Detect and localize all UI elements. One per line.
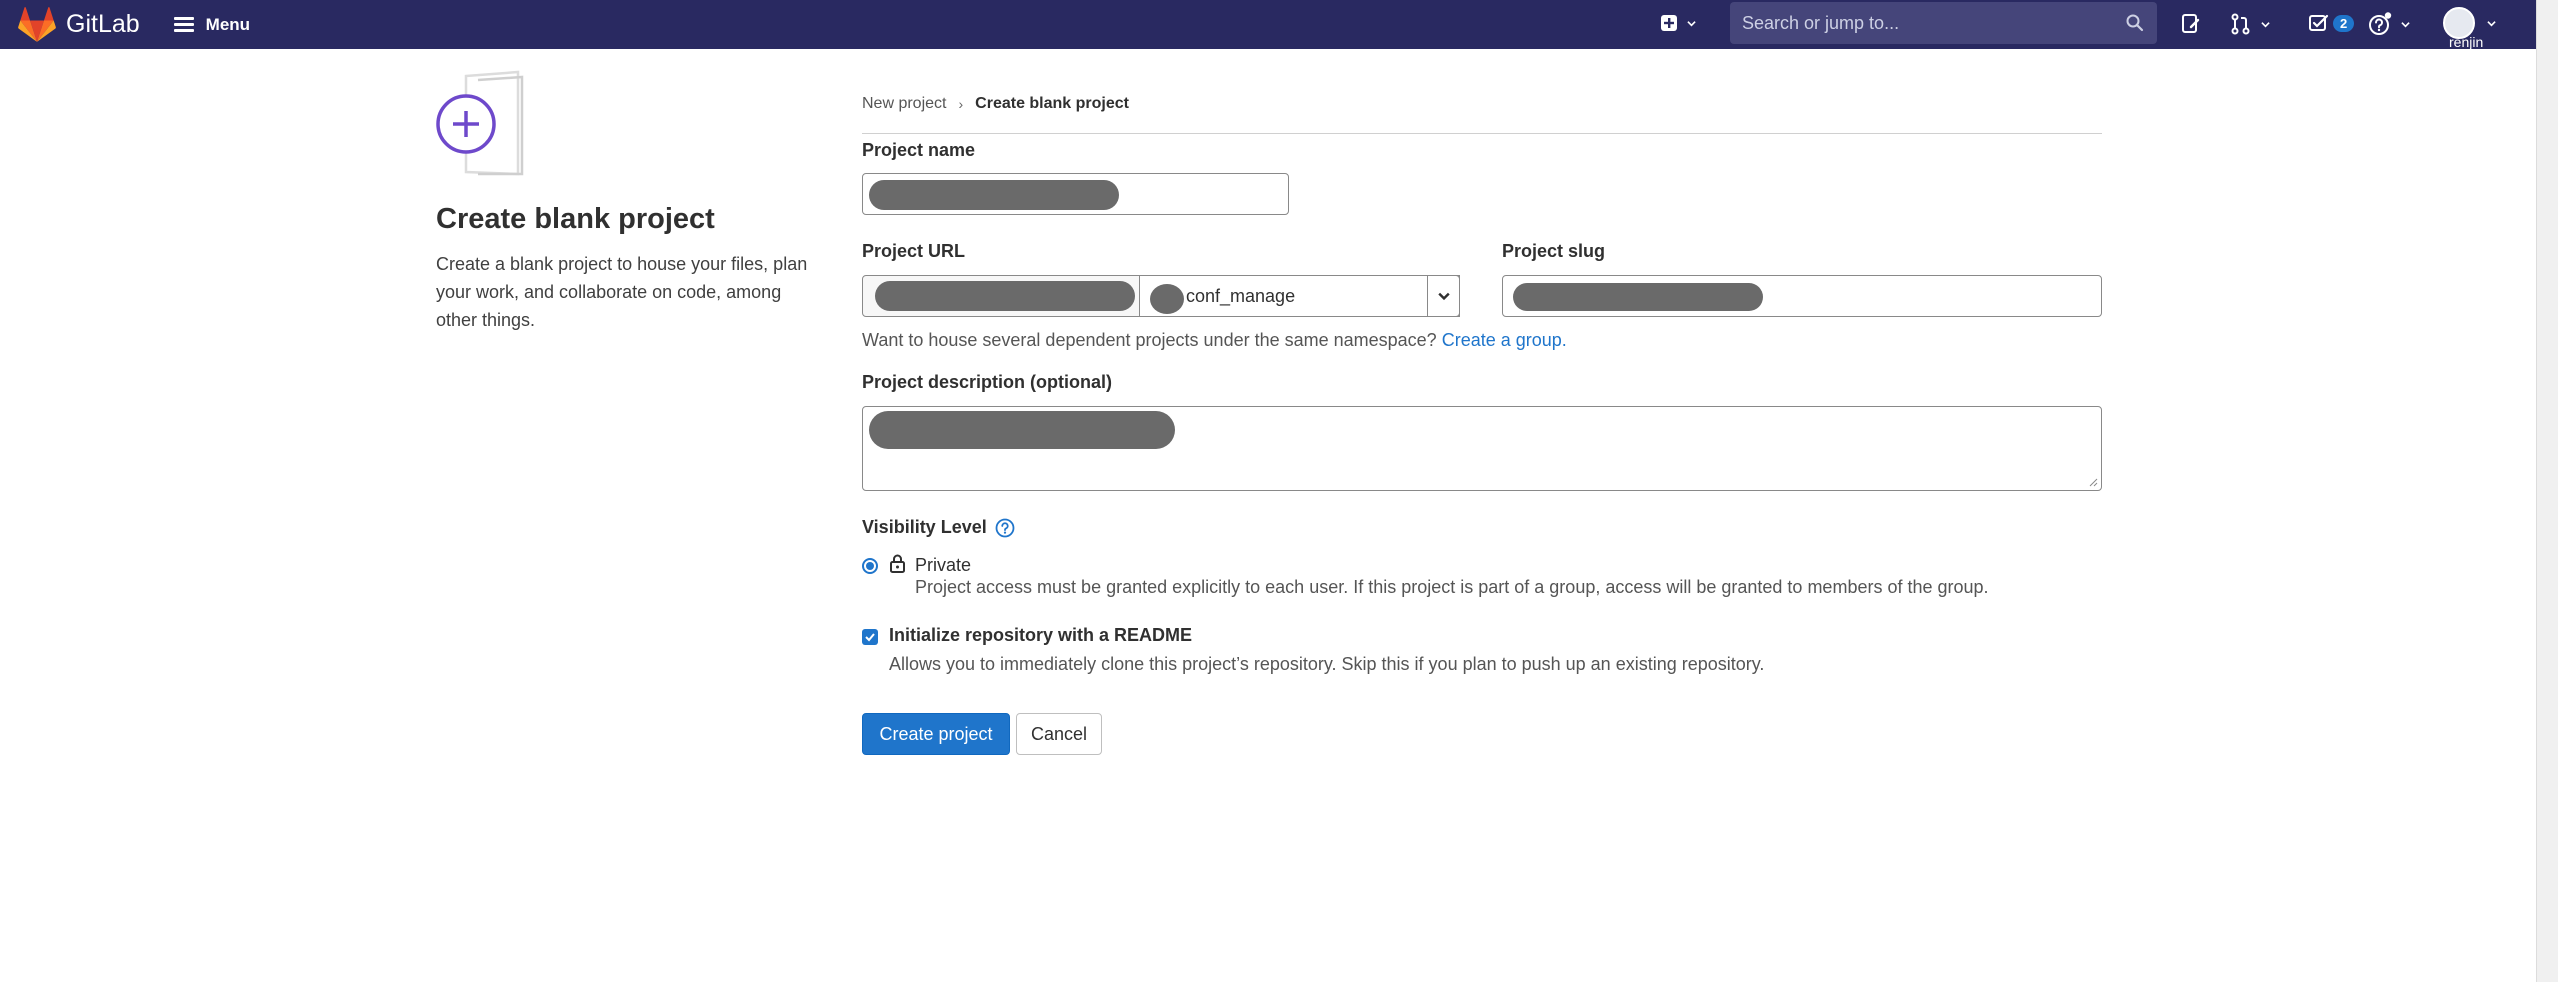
- chevron-down-icon: [1437, 292, 1450, 301]
- help-question-icon: [2369, 12, 2392, 35]
- top-navbar: GitLab Menu Search or jump to... 2 renji…: [0, 0, 2536, 49]
- issues-icon: [2182, 14, 2200, 33]
- visibility-level-label: Visibility Level: [862, 517, 987, 537]
- help-question-icon[interactable]: [995, 518, 1015, 538]
- breadcrumb: New project › Create blank project: [862, 90, 2102, 118]
- create-project-button[interactable]: Create project: [862, 713, 1010, 755]
- breadcrumb-divider: [862, 133, 2102, 134]
- search-input[interactable]: [1730, 11, 2125, 35]
- help-dropdown[interactable]: [2368, 12, 2410, 36]
- namespace-select[interactable]: conf_manage: [1139, 275, 1460, 317]
- breadcrumb-new-project-link[interactable]: New project: [862, 95, 946, 113]
- visibility-level-heading: Visibility Level: [862, 517, 1015, 538]
- hamburger-icon: [173, 17, 194, 32]
- redacted-value: [1513, 283, 1763, 311]
- lock-icon: [890, 554, 905, 573]
- menu-label: Menu: [205, 14, 251, 34]
- initialize-readme-checkbox[interactable]: [862, 629, 878, 645]
- plus-square-icon: [1661, 15, 1677, 31]
- project-description-textarea[interactable]: [862, 406, 2102, 491]
- redacted-value: [869, 411, 1175, 449]
- visibility-private-radio[interactable]: [862, 558, 878, 574]
- create-project-form: New project › Create blank project: [862, 90, 2102, 134]
- namespace-dropdown-toggle[interactable]: [1427, 275, 1460, 317]
- project-slug-input[interactable]: [1502, 275, 2102, 317]
- gitlab-home-link[interactable]: GitLab: [18, 6, 140, 43]
- window-scrollbar[interactable]: [2536, 0, 2558, 982]
- initialize-readme-label: Initialize repository with a README: [889, 625, 1193, 645]
- search-icon[interactable]: [2125, 13, 2145, 33]
- project-url-prefix: [862, 275, 1140, 317]
- namespace-hint: Want to house several dependent projects…: [862, 330, 1567, 351]
- project-intro-panel: Create blank project Create a blank proj…: [436, 70, 826, 334]
- project-name-input[interactable]: [862, 173, 1289, 215]
- redacted-value: [875, 281, 1135, 311]
- chevron-down-icon: [2401, 21, 2410, 27]
- search-bar: [1730, 2, 2157, 44]
- namespace-value: conf_manage: [1186, 285, 1296, 306]
- chevron-down-icon: [1687, 20, 1696, 26]
- blank-project-illustration-icon: [436, 70, 524, 176]
- todo-checklist-icon: [2309, 14, 2329, 31]
- chevron-down-icon: [2261, 21, 2270, 27]
- checkmark-icon: [865, 633, 875, 642]
- visibility-private-help: Project access must be granted explicitl…: [915, 577, 1989, 597]
- page-title: Create blank project: [436, 203, 715, 235]
- page-description: Create a blank project to house your fil…: [436, 254, 808, 330]
- create-group-link[interactable]: Create a group.: [1442, 330, 1567, 350]
- brand-name: GitLab: [66, 10, 140, 38]
- visibility-private-label: Private: [915, 555, 972, 575]
- project-slug-label: Project slug: [1502, 241, 1606, 261]
- namespace-hint-text: Want to house several dependent projects…: [862, 330, 1437, 350]
- chevron-right-icon: ›: [958, 96, 964, 112]
- redacted-value: [869, 180, 1119, 210]
- todos-link[interactable]: 2: [2308, 12, 2355, 34]
- gitlab-logo-icon: [18, 6, 56, 42]
- redacted-value: [1150, 284, 1184, 314]
- initialize-readme-help: Allows you to immediately clone this pro…: [889, 654, 1765, 674]
- new-item-dropdown[interactable]: [1660, 14, 1696, 32]
- chevron-down-icon: [2487, 20, 2496, 26]
- merge-request-icon: [2231, 13, 2250, 35]
- todo-count-badge: 2: [2333, 14, 2355, 32]
- cancel-button[interactable]: Cancel: [1016, 713, 1102, 755]
- breadcrumb-current: Create blank project: [975, 95, 1129, 112]
- project-description-label: Project description (optional): [862, 372, 1113, 392]
- username-label: renjin: [2449, 34, 2484, 50]
- issues-link[interactable]: [2180, 13, 2202, 35]
- resize-handle-icon[interactable]: [2088, 477, 2098, 487]
- merge-requests-dropdown[interactable]: [2230, 13, 2270, 35]
- project-name-label: Project name: [862, 140, 976, 160]
- project-url-label: Project URL: [862, 241, 966, 261]
- menu-button[interactable]: Menu: [173, 14, 251, 35]
